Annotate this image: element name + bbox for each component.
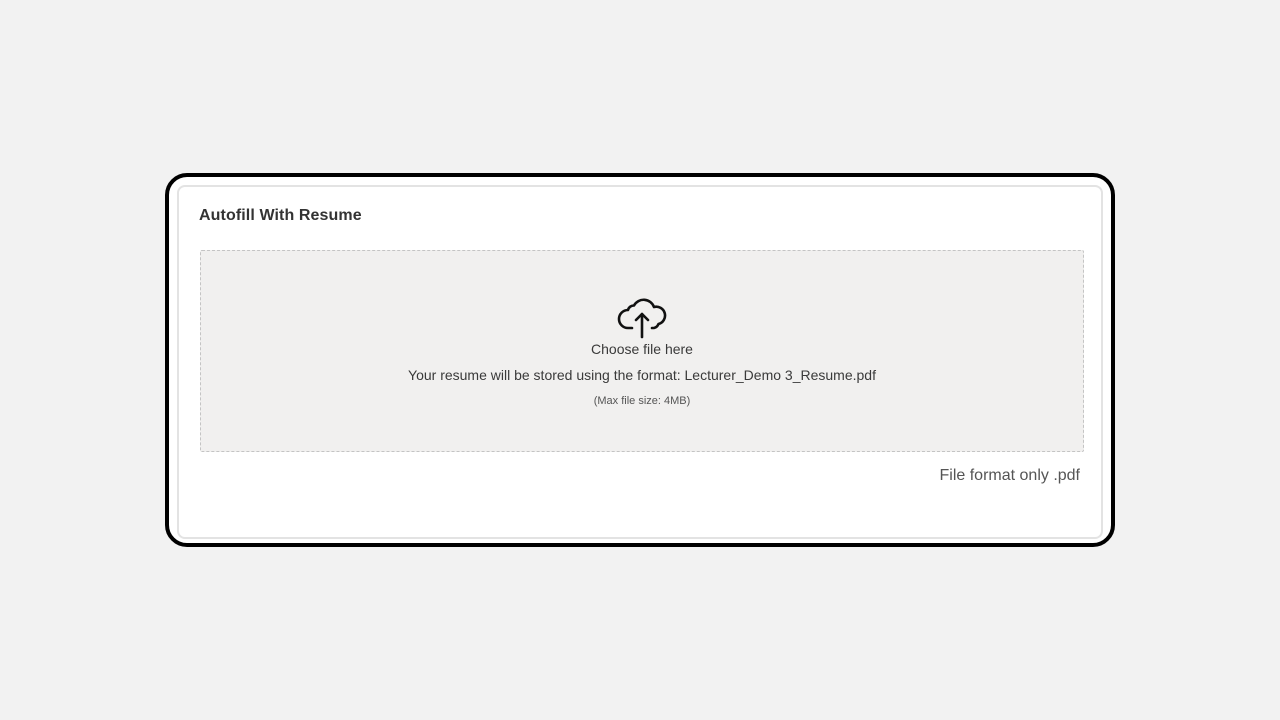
autofill-panel-frame: Autofill With Resume Choose file here Yo… (165, 173, 1115, 547)
max-file-size-note: (Max file size: 4MB) (593, 395, 691, 407)
resume-dropzone[interactable]: Choose file here Your resume will be sto… (200, 250, 1084, 452)
cloud-upload-icon (617, 295, 669, 339)
file-format-note: File format only .pdf (939, 467, 1081, 484)
autofill-card: Autofill With Resume Choose file here Yo… (177, 185, 1103, 539)
choose-file-label[interactable]: Choose file here (201, 341, 1083, 357)
storage-format-message: Your resume will be stored using the for… (408, 367, 876, 383)
section-title: Autofill With Resume (199, 207, 362, 224)
